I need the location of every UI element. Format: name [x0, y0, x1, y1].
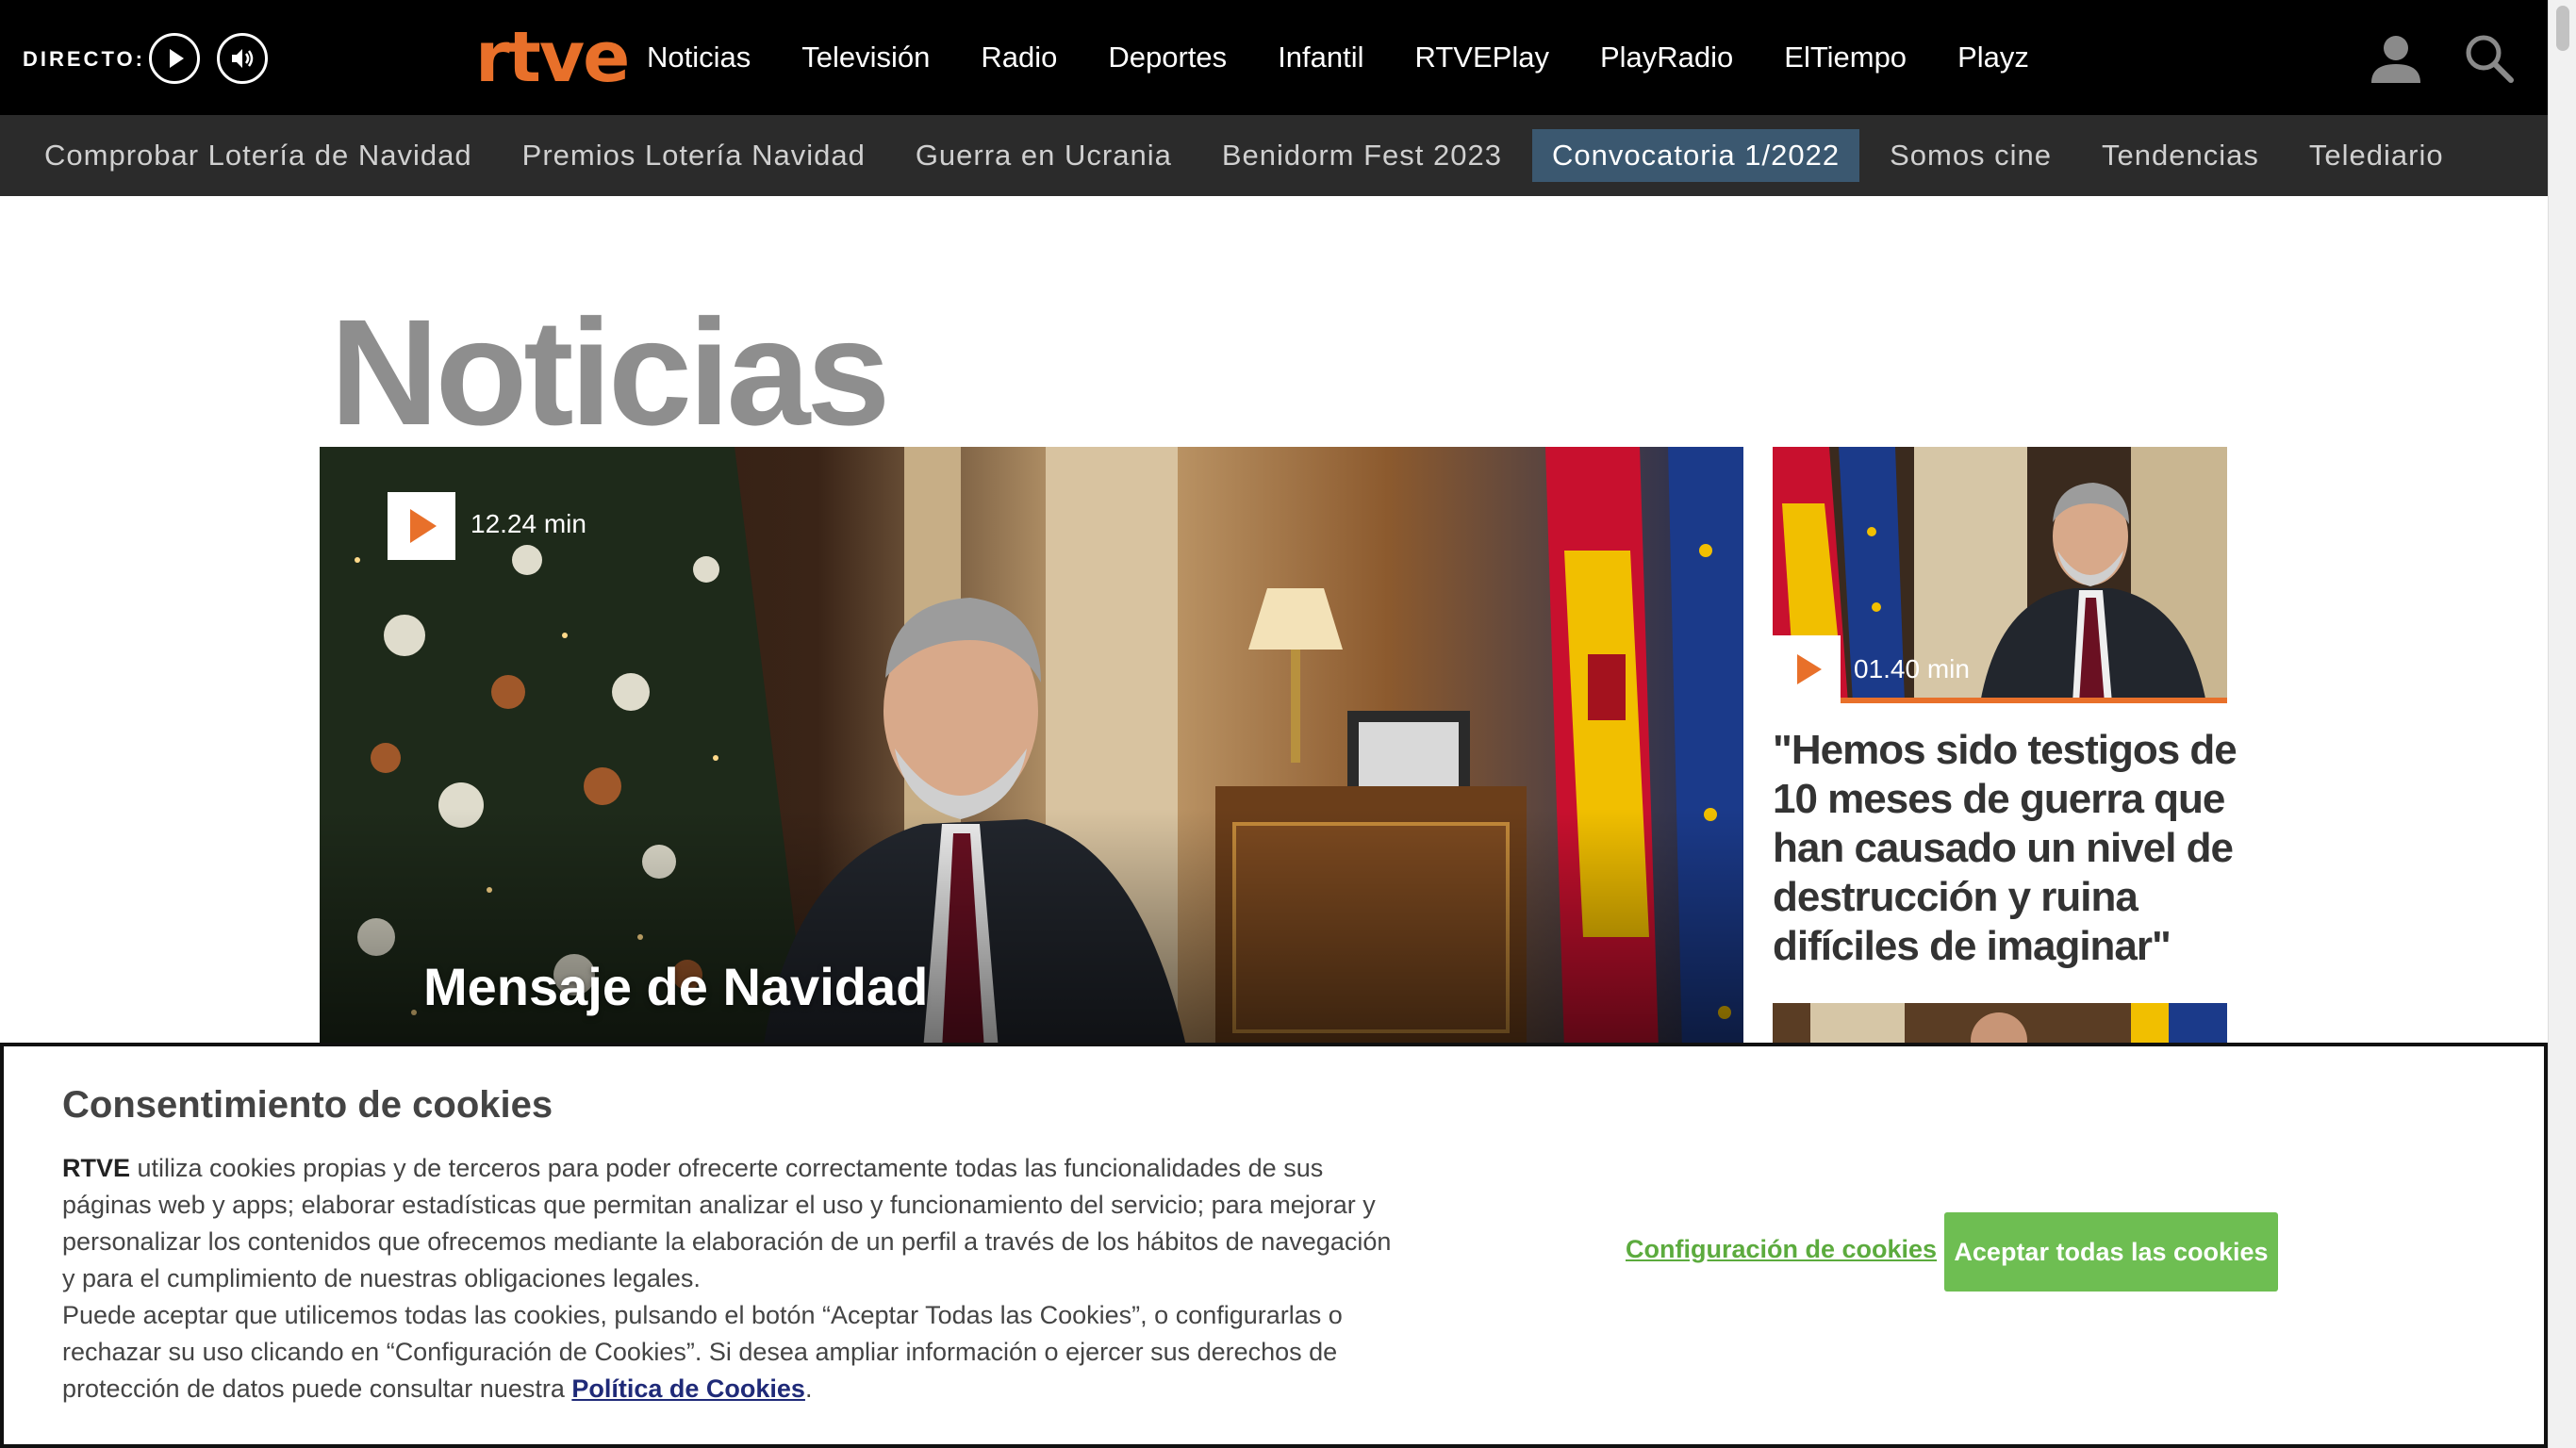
cookie-text-period: . — [804, 1374, 813, 1403]
hero-headline[interactable]: Mensaje de Navidad — [423, 956, 928, 1017]
cookie-title: Consentimiento de cookies — [62, 1084, 553, 1126]
search-icon[interactable] — [2463, 32, 2516, 90]
main-nav: Noticias Televisión Radio Deportes Infan… — [647, 0, 2080, 115]
topic-convocatoria[interactable]: Convocatoria 1/2022 — [1531, 129, 1860, 182]
cookie-paragraph-1: RTVE utiliza cookies propias y de tercer… — [62, 1150, 1401, 1297]
side-headline[interactable]: "Hemos sido testigos de 10 meses de guer… — [1773, 726, 2244, 971]
live-video-play-button[interactable] — [149, 33, 200, 84]
nav-playz[interactable]: Playz — [1957, 41, 2029, 74]
cookie-text-1: utiliza cookies propias y de terceros pa… — [62, 1154, 1392, 1292]
topic-loteria[interactable]: Comprobar Lotería de Navidad — [25, 129, 492, 182]
top-navigation-bar: DIRECTO: rtve Noticias Televisión Radio … — [0, 0, 2548, 115]
nav-playradio[interactable]: PlayRadio — [1600, 41, 1733, 74]
scrollbar-thumb[interactable] — [2556, 6, 2569, 51]
progress-bar — [1841, 698, 2227, 703]
nav-eltiempo[interactable]: ElTiempo — [1784, 41, 1907, 74]
speaker-icon — [232, 49, 254, 68]
side-image — [1773, 447, 2227, 703]
page-title: Noticias — [330, 288, 890, 456]
user-icon[interactable] — [2369, 32, 2423, 90]
hero-video-card[interactable]: 12.24 min Mensaje de Navidad — [320, 447, 1743, 1050]
play-icon — [170, 49, 184, 68]
topic-tendencias[interactable]: Tendencias — [2082, 129, 2279, 182]
nav-radio[interactable]: Radio — [981, 41, 1057, 74]
nav-rtveplay[interactable]: RTVEPlay — [1415, 41, 1549, 74]
play-icon — [410, 509, 437, 543]
cookie-policy-link[interactable]: Política de Cookies — [571, 1374, 805, 1403]
nav-infantil[interactable]: Infantil — [1278, 41, 1363, 74]
live-label: DIRECTO: — [23, 47, 145, 71]
play-icon — [1797, 654, 1822, 684]
topics-bar: Comprobar Lotería de Navidad Premios Lot… — [0, 115, 2548, 196]
side-play-button[interactable] — [1773, 635, 1841, 703]
nav-noticias[interactable]: Noticias — [647, 41, 751, 74]
nav-television[interactable]: Televisión — [801, 41, 930, 74]
side-duration: 01.40 min — [1854, 654, 1970, 683]
cookie-brand: RTVE — [62, 1154, 131, 1182]
cookie-consent-banner: Consentimiento de cookies RTVE utiliza c… — [0, 1043, 2548, 1448]
live-audio-button[interactable] — [217, 33, 268, 84]
cookie-text: RTVE utiliza cookies propias y de tercer… — [62, 1150, 1401, 1407]
accept-all-cookies-button[interactable]: Aceptar todas las cookies — [1944, 1212, 2278, 1292]
nav-deportes[interactable]: Deportes — [1108, 41, 1227, 74]
rtve-logo[interactable]: rtve — [475, 15, 630, 100]
topic-telediario[interactable]: Telediario — [2289, 129, 2464, 182]
topic-ucrania[interactable]: Guerra en Ucrania — [896, 129, 1192, 182]
topic-somos-cine[interactable]: Somos cine — [1870, 129, 2072, 182]
cookie-settings-button[interactable]: Configuración de cookies — [1626, 1235, 1937, 1264]
cookie-paragraph-2: Puede aceptar que utilicemos todas las c… — [62, 1297, 1401, 1407]
side-video-thumbnail[interactable]: 01.40 min — [1773, 447, 2227, 703]
hero-play-button[interactable] — [388, 492, 455, 560]
topic-premios-loteria[interactable]: Premios Lotería Navidad — [503, 129, 885, 182]
topic-benidorm-fest[interactable]: Benidorm Fest 2023 — [1202, 129, 1522, 182]
hero-duration: 12.24 min — [471, 509, 586, 538]
page-scrollbar[interactable] — [2548, 0, 2576, 1448]
